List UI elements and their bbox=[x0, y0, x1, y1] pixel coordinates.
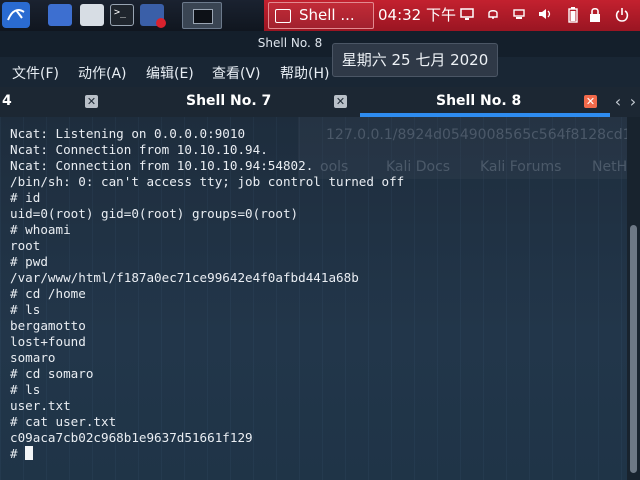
workspace-terminal-thumbnail[interactable] bbox=[182, 2, 222, 29]
menu-help[interactable]: 帮助(H) bbox=[280, 63, 329, 83]
tab-shell-7-label: Shell No. 7 bbox=[186, 93, 272, 109]
terminal-line: Ncat: Listening on 0.0.0.0:9010 bbox=[10, 126, 246, 141]
close-icon[interactable]: ✕ bbox=[85, 95, 98, 108]
tab-partial[interactable]: 4 ✕ bbox=[0, 87, 100, 117]
close-icon[interactable]: ✕ bbox=[584, 95, 597, 108]
terminal-line: bergamotto bbox=[10, 318, 86, 333]
lock-screen-icon[interactable] bbox=[588, 7, 602, 27]
terminal-line: somaro bbox=[10, 350, 56, 365]
terminal-line: # cd /home bbox=[10, 286, 86, 301]
close-icon[interactable]: ✕ bbox=[334, 95, 347, 108]
terminal-line: # ls bbox=[10, 382, 41, 397]
tab-scroll-right-icon[interactable]: › bbox=[626, 88, 640, 116]
file-manager-icon[interactable] bbox=[80, 4, 104, 26]
terminal-line: /var/www/html/f187a0ec71ce99642e4f0afbd4… bbox=[10, 270, 359, 285]
date-tooltip: 星期六 25 七月 2020 bbox=[332, 43, 498, 77]
notification-bell-icon[interactable] bbox=[486, 7, 500, 25]
terminal-line: user.txt bbox=[10, 398, 71, 413]
terminal-line: Ncat: Connection from 10.10.10.94. bbox=[10, 142, 268, 157]
menu-bar: 文件(F) 动作(A) 编辑(E) 查看(V) 帮助(H) bbox=[0, 57, 640, 87]
terminal-icon[interactable]: >_ bbox=[110, 4, 134, 26]
terminal-line: # cat user.txt bbox=[10, 414, 117, 429]
terminal-line: # ls bbox=[10, 302, 41, 317]
battery-icon[interactable] bbox=[568, 7, 578, 27]
tab-scroll-left-icon[interactable]: ‹ bbox=[611, 88, 625, 116]
kali-menu-icon[interactable] bbox=[2, 2, 30, 28]
show-desktop-icon[interactable] bbox=[48, 4, 72, 26]
top-panel: >_ Shell ... 04:32 下午 bbox=[0, 0, 640, 31]
volume-icon[interactable] bbox=[538, 7, 554, 25]
power-icon[interactable] bbox=[614, 7, 630, 27]
background-bookmark: NetH bbox=[592, 159, 627, 175]
terminal-line: # cd somaro bbox=[10, 366, 94, 381]
terminal-line: uid=0(root) gid=0(root) groups=0(root) bbox=[10, 206, 299, 221]
tab-shell-8-label: Shell No. 8 bbox=[436, 93, 522, 109]
taskbar-shell-button[interactable]: Shell ... bbox=[268, 2, 374, 29]
terminal-line: Ncat: Connection from 10.10.10.94:54802. bbox=[10, 158, 314, 173]
terminal-line: # id bbox=[10, 190, 41, 205]
terminal-window-icon bbox=[275, 9, 291, 23]
terminal-scrollbar[interactable] bbox=[627, 117, 640, 480]
terminal-cursor[interactable] bbox=[25, 446, 34, 460]
terminal-line: # whoami bbox=[10, 222, 71, 237]
terminal-prompt: # bbox=[10, 446, 26, 461]
menu-edit[interactable]: 编辑(E) bbox=[146, 63, 194, 83]
menu-file[interactable]: 文件(F) bbox=[12, 63, 59, 83]
background-bookmark: Kali Forums bbox=[480, 159, 562, 175]
display-icon[interactable] bbox=[460, 7, 474, 25]
scrollbar-thumb[interactable] bbox=[630, 225, 637, 473]
terminal-line: root bbox=[10, 238, 41, 253]
menu-action[interactable]: 动作(A) bbox=[78, 63, 127, 83]
terminal-area[interactable]: 127.0.0.1/8924d0549008565c564f8128cd1f0 … bbox=[0, 117, 627, 480]
screen-recorder-icon[interactable] bbox=[140, 4, 166, 28]
network-icon[interactable] bbox=[512, 7, 526, 25]
terminal-output: Ncat: Listening on 0.0.0.0:9010 Ncat: Co… bbox=[10, 126, 404, 462]
terminal-line: c09aca7cb02c968b1e9637d51661f129 bbox=[10, 430, 253, 445]
terminal-line: /bin/sh: 0: can't access tty; job contro… bbox=[10, 174, 405, 189]
clock[interactable]: 04:32 下午 bbox=[378, 0, 456, 31]
menu-view[interactable]: 查看(V) bbox=[212, 63, 261, 83]
window-titlebar[interactable]: Shell No. 8 bbox=[0, 31, 640, 57]
tab-partial-label: 4 bbox=[2, 93, 12, 109]
terminal-line: lost+found bbox=[10, 334, 86, 349]
taskbar-shell-label: Shell ... bbox=[299, 6, 355, 24]
tab-shell-7[interactable]: Shell No. 7 ✕ bbox=[100, 87, 360, 117]
terminal-line: # pwd bbox=[10, 254, 48, 269]
